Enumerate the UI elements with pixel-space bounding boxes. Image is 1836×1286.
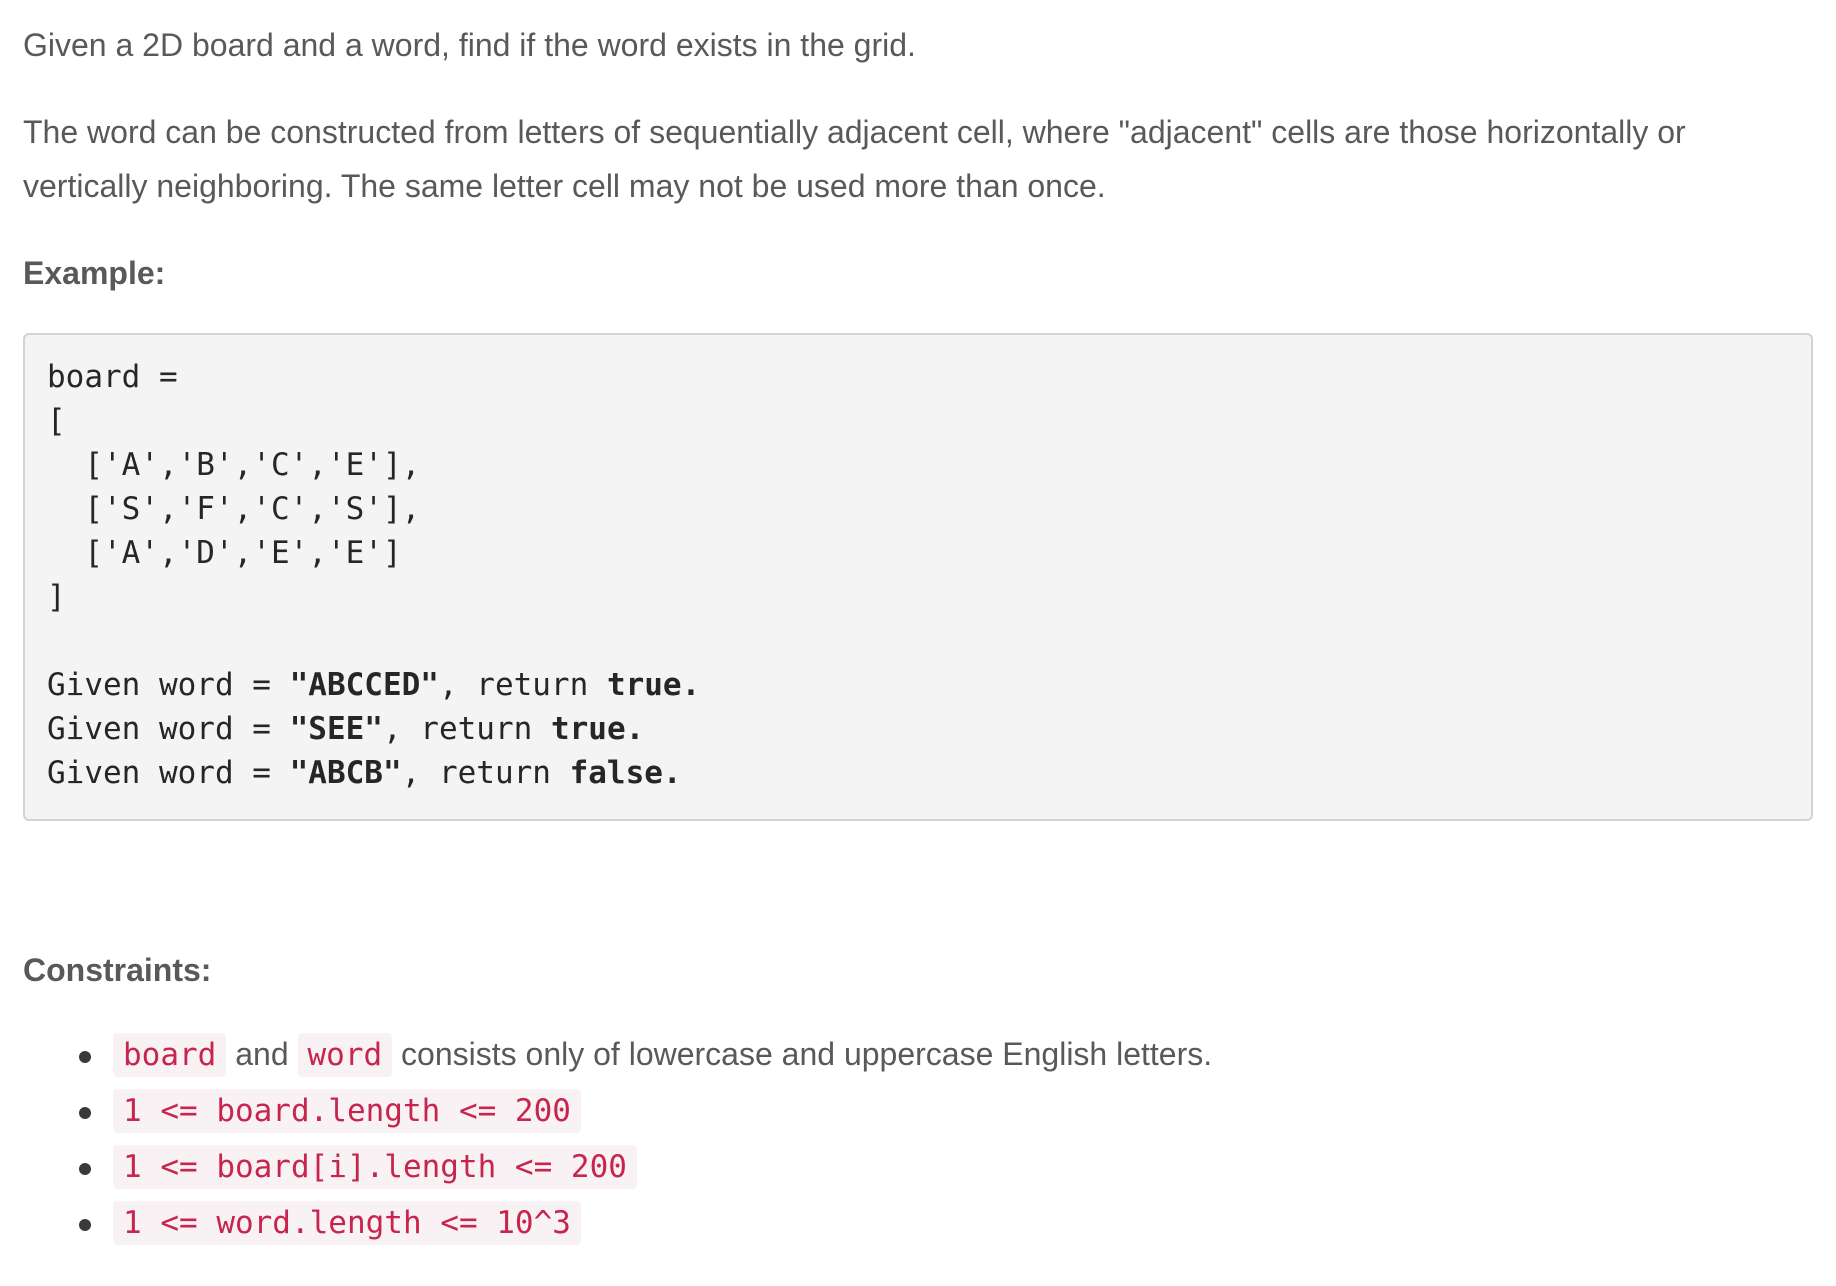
constraint-item: 1 <= board.length <= 200 xyxy=(23,1082,1212,1138)
case-result: true. xyxy=(606,667,701,703)
example-case: Given word = "SEE", return true. xyxy=(47,711,645,747)
inline-code: 1 <= board.length <= 200 xyxy=(113,1089,581,1133)
example-code-block: board = [ ['A','B','C','E'], ['S','F','C… xyxy=(23,333,1813,821)
description-details: The word can be constructed from letters… xyxy=(23,114,1686,204)
constraint-item: board and word consists only of lowercas… xyxy=(23,1026,1212,1082)
case-result: false. xyxy=(569,755,682,791)
inline-code: board xyxy=(113,1033,227,1077)
constraints-heading: Constraints: xyxy=(23,952,212,988)
board-line: ['S','F','C','S'], xyxy=(47,491,421,527)
example-code: board = [ ['A','B','C','E'], ['S','F','C… xyxy=(47,355,700,795)
case-result: true. xyxy=(550,711,645,747)
constraint-item: 1 <= word.length <= 10^3 xyxy=(23,1194,1212,1250)
bullet-icon xyxy=(79,1219,91,1231)
case-word: "SEE" xyxy=(289,711,383,747)
example-heading: Example: xyxy=(23,255,166,291)
bullet-icon xyxy=(79,1051,91,1063)
example-case: Given word = "ABCCED", return true. xyxy=(47,667,701,703)
constraints-list: board and word consists only of lowercas… xyxy=(23,1026,1212,1250)
case-word: "ABCCED" xyxy=(289,667,439,703)
board-line: ['A','D','E','E'] xyxy=(47,535,402,571)
inline-code: word xyxy=(297,1033,393,1077)
bullet-icon xyxy=(79,1107,91,1119)
example-case: Given word = "ABCB", return false. xyxy=(47,755,682,791)
inline-code: 1 <= board[i].length <= 200 xyxy=(113,1145,637,1189)
case-word: "ABCB" xyxy=(289,755,402,791)
board-line: ] xyxy=(47,579,66,615)
board-line: board = xyxy=(47,359,178,395)
bullet-icon xyxy=(79,1163,91,1175)
board-line: [ xyxy=(47,403,66,439)
description-intro: Given a 2D board and a word, find if the… xyxy=(23,27,916,63)
constraint-item: 1 <= board[i].length <= 200 xyxy=(23,1138,1212,1194)
board-line: ['A','B','C','E'], xyxy=(47,447,421,483)
inline-code: 1 <= word.length <= 10^3 xyxy=(113,1201,581,1245)
